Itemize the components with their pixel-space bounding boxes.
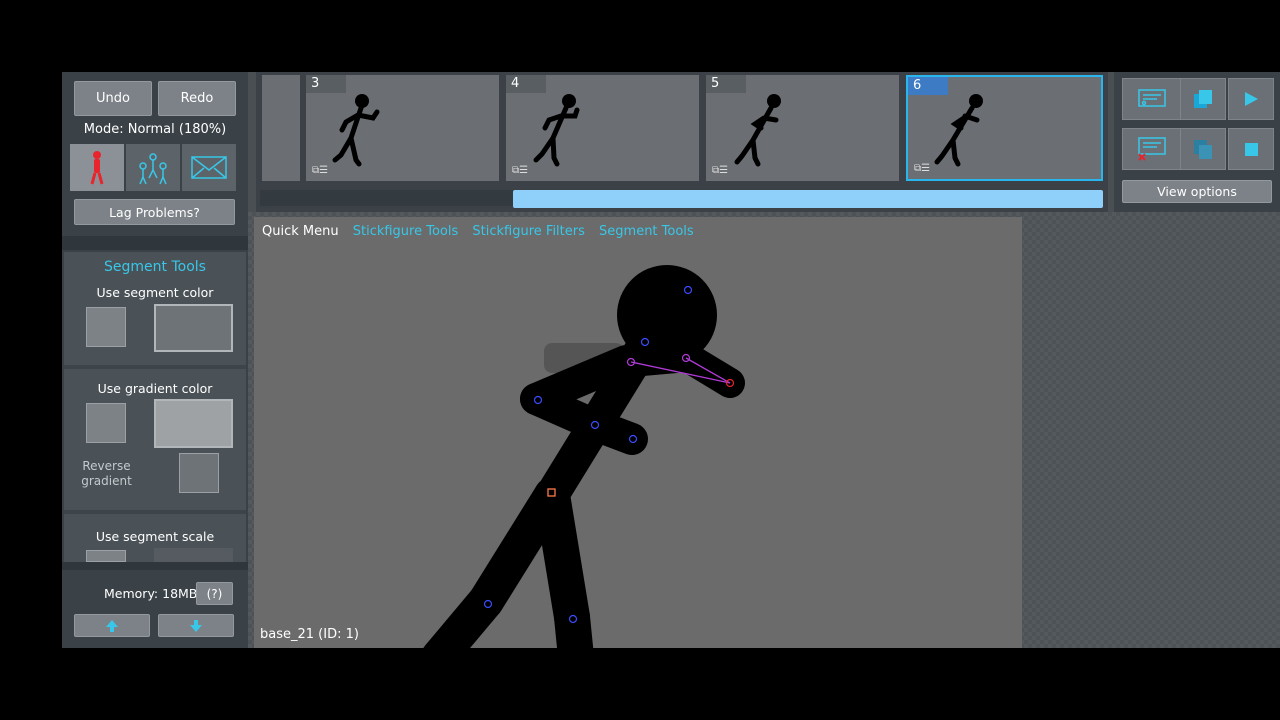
frame-tools-panel: View options bbox=[1114, 72, 1280, 212]
use-gradient-color-label: Use gradient color bbox=[97, 381, 213, 396]
segment-color-swatch[interactable] bbox=[154, 304, 233, 352]
section-divider bbox=[64, 510, 246, 514]
stop-button[interactable] bbox=[1228, 128, 1274, 170]
quick-menu-segment-tools[interactable]: Segment Tools bbox=[599, 224, 694, 239]
left-panel: Undo Redo Mode: Normal (180%) Lag Proble… bbox=[62, 72, 248, 648]
section-divider bbox=[64, 365, 246, 369]
gradient-color-swatch[interactable] bbox=[154, 399, 233, 448]
paste-frame-icon bbox=[1194, 140, 1212, 159]
use-segment-scale-label: Use segment scale bbox=[95, 529, 215, 544]
delete-frame-button[interactable] bbox=[1122, 128, 1182, 170]
frame-stickfigure-preview bbox=[533, 94, 580, 167]
quick-menu-stickfigure-tools[interactable]: Stickfigure Tools bbox=[353, 224, 459, 239]
undo-button[interactable]: Undo bbox=[74, 81, 152, 116]
quick-menu-label: Quick Menu bbox=[262, 224, 339, 239]
gradient-color-toggle[interactable] bbox=[86, 403, 126, 443]
frame-thumbnail-selected[interactable]: 6 ⧉☰ bbox=[906, 75, 1103, 181]
segment-tools-panel: Segment Tools Use segment color Use grad… bbox=[64, 252, 246, 562]
reverse-gradient-label: Reverse gradient bbox=[81, 459, 132, 488]
delete-frame-icon bbox=[1138, 137, 1166, 161]
stickfigure-mode-button[interactable] bbox=[70, 144, 124, 191]
stop-icon bbox=[1245, 143, 1258, 156]
image-icon bbox=[191, 156, 227, 179]
quick-menu: Quick Menu Stickfigure Tools Stickfigure… bbox=[262, 224, 704, 239]
stickfigure-figure[interactable] bbox=[254, 217, 1022, 648]
frame-stickfigure-preview bbox=[332, 94, 380, 167]
add-frame-button[interactable] bbox=[1122, 78, 1182, 120]
memory-help-button[interactable]: (?) bbox=[196, 582, 233, 605]
use-segment-color-label: Use segment color bbox=[96, 285, 214, 300]
panel-divider bbox=[62, 236, 248, 250]
image-mode-button[interactable] bbox=[182, 144, 236, 191]
app-window: Undo Redo Mode: Normal (180%) Lag Proble… bbox=[62, 72, 1280, 648]
mode-label: Mode: Normal (180%) bbox=[83, 122, 227, 137]
group-mode-button[interactable] bbox=[126, 144, 180, 191]
arrow-down-icon bbox=[190, 619, 202, 632]
animation-canvas[interactable]: Quick Menu Stickfigure Tools Stickfigure… bbox=[254, 217, 1022, 648]
segment-scale-toggle[interactable] bbox=[86, 550, 126, 562]
timeline-scrollbar-thumb[interactable] bbox=[513, 190, 1103, 208]
segment-color-toggle[interactable] bbox=[86, 307, 126, 347]
copy-frame-button[interactable] bbox=[1180, 78, 1226, 120]
play-button[interactable] bbox=[1228, 78, 1274, 120]
quick-menu-stickfigure-filters[interactable]: Stickfigure Filters bbox=[472, 224, 584, 239]
timeline: 3 ⧉☰ 4 ⧉☰ 5 ⧉☰ 6 ⧉☰ bbox=[256, 72, 1108, 212]
panel-divider bbox=[62, 562, 248, 570]
frame-thumbnail[interactable]: 4 ⧉☰ bbox=[506, 75, 699, 181]
copy-frame-icon bbox=[1194, 90, 1212, 108]
group-icon bbox=[139, 153, 167, 185]
move-up-button[interactable] bbox=[74, 614, 150, 637]
redo-button[interactable]: Redo bbox=[158, 81, 236, 116]
frame-stickfigure-preview bbox=[934, 94, 983, 167]
add-frame-icon bbox=[1138, 89, 1166, 107]
reverse-gradient-toggle[interactable] bbox=[179, 453, 219, 493]
arrow-up-icon bbox=[106, 619, 118, 632]
play-icon bbox=[1245, 92, 1258, 106]
frame-layers-icon: ⧉☰ bbox=[512, 165, 529, 176]
view-options-button[interactable]: View options bbox=[1122, 180, 1272, 203]
frame-layers-icon: ⧉☰ bbox=[312, 165, 329, 176]
paste-frame-button[interactable] bbox=[1180, 128, 1226, 170]
segment-tools-title: Segment Tools bbox=[104, 259, 206, 275]
selection-status: base_21 (ID: 1) bbox=[260, 627, 359, 642]
frame-layers-icon: ⧉☰ bbox=[712, 165, 729, 176]
stickfigure-icon bbox=[90, 151, 104, 185]
frame-stickfigure-preview bbox=[734, 94, 781, 167]
frame-thumbnail[interactable]: 3 ⧉☰ bbox=[306, 75, 499, 181]
segment-scale-input[interactable] bbox=[154, 548, 233, 562]
lag-problems-button[interactable]: Lag Problems? bbox=[74, 199, 235, 225]
move-down-button[interactable] bbox=[158, 614, 234, 637]
frame-layers-icon: ⧉☰ bbox=[914, 163, 931, 174]
frame-thumbnail[interactable]: 5 ⧉☰ bbox=[706, 75, 899, 181]
memory-label: Memory: 18MB bbox=[104, 586, 198, 601]
frame-thumbnail-partial[interactable] bbox=[262, 75, 300, 181]
